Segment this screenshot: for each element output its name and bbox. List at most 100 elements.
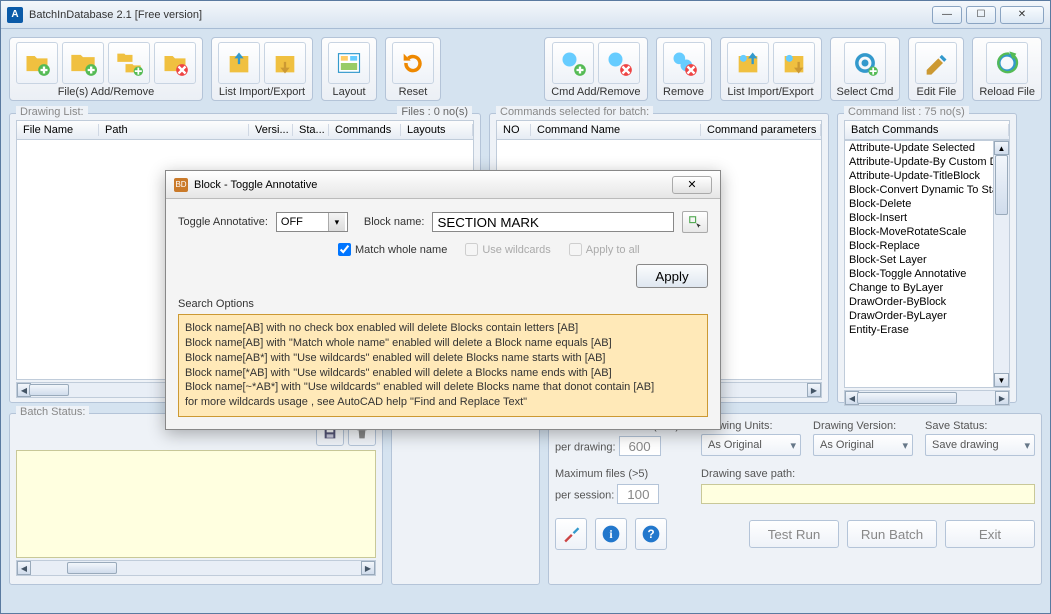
command-list-item[interactable]: Block-Toggle Annotative [845, 267, 1009, 281]
reset-button[interactable] [392, 42, 434, 84]
col-batchcmds[interactable]: Batch Commands [845, 124, 1009, 136]
test-run-button[interactable]: Test Run [749, 520, 839, 548]
scroll-right-icon[interactable]: ▶ [807, 383, 821, 397]
add-file-button[interactable] [16, 42, 58, 84]
close-button[interactable]: ✕ [1000, 6, 1044, 24]
scroll-right-icon[interactable]: ▶ [361, 561, 375, 575]
pick-block-button[interactable] [682, 211, 708, 233]
app-window: A BatchInDatabase 2.1 [Free version] — ☐… [0, 0, 1051, 614]
command-list-item[interactable]: Attribute-Update-By Custom Dat [845, 155, 1009, 169]
command-list-item[interactable]: Block-Delete [845, 197, 1009, 211]
units-combo[interactable]: As Original [701, 434, 801, 456]
command-list-item[interactable]: Block-Insert [845, 211, 1009, 225]
dialog-close-button[interactable]: ✕ [672, 176, 712, 194]
scroll-thumb[interactable] [995, 155, 1008, 215]
timeout-input[interactable] [619, 436, 661, 456]
col-filename[interactable]: File Name [17, 124, 99, 136]
command-list-item[interactable]: Block-Set Layer [845, 253, 1009, 267]
cmd-add-button[interactable] [552, 42, 594, 84]
cmd-list-legend: Command list : 75 no(s) [844, 106, 969, 118]
reload-file-label: Reload File [979, 86, 1035, 98]
add-folder-button[interactable] [62, 42, 104, 84]
help-text: Block name[AB] with no check box enabled… [178, 314, 708, 417]
info-button[interactable]: i [595, 518, 627, 550]
status-text-area[interactable] [16, 450, 376, 558]
reload-file-button[interactable] [986, 42, 1028, 84]
apply-button[interactable]: Apply [636, 264, 708, 288]
col-layouts[interactable]: Layouts [401, 124, 473, 136]
command-list[interactable]: Attribute-Update SelectedAttribute-Updat… [844, 140, 1010, 388]
minimize-button[interactable]: — [932, 6, 962, 24]
help-button[interactable]: ? [635, 518, 667, 550]
scroll-up-icon[interactable]: ▲ [994, 141, 1009, 155]
add-subfolder-button[interactable] [108, 42, 150, 84]
command-list-item[interactable]: DrawOrder-ByBlock [845, 295, 1009, 309]
apply-all-checkbox[interactable]: Apply to all [569, 243, 640, 256]
scroll-thumb[interactable] [857, 392, 957, 404]
savestatus-label: Save Status: [925, 420, 1035, 432]
cmd-import-button[interactable] [727, 42, 769, 84]
cmd-io-group: List Import/Export [720, 37, 822, 101]
exit-button[interactable]: Exit [945, 520, 1035, 548]
list-import-button[interactable] [218, 42, 260, 84]
col-no[interactable]: NO [497, 124, 531, 136]
command-list-item[interactable]: DrawOrder-ByLayer [845, 309, 1009, 323]
command-list-item[interactable]: Attribute-Update Selected [845, 141, 1009, 155]
scroll-down-icon[interactable]: ▼ [994, 373, 1009, 387]
batch-status-panel: Batch Status: ◀ ▶ [9, 413, 383, 585]
edit-file-button[interactable] [915, 42, 957, 84]
cmd-io-label: List Import/Export [727, 86, 813, 98]
col-path[interactable]: Path [99, 124, 249, 136]
batch-status-legend: Batch Status: [16, 406, 89, 418]
command-list-item[interactable]: Block-MoveRotateScale [845, 225, 1009, 239]
scroll-thumb[interactable] [29, 384, 69, 396]
col-cmdname[interactable]: Command Name [531, 124, 701, 136]
command-list-item[interactable]: Block-Replace [845, 239, 1009, 253]
col-version[interactable]: Versi... [249, 124, 293, 136]
window-title: BatchInDatabase 2.1 [Free version] [29, 9, 928, 21]
command-list-item[interactable]: Change to ByLayer [845, 281, 1009, 295]
remove-label: Remove [663, 86, 704, 98]
command-list-item[interactable]: Entity-Erase [845, 323, 1009, 337]
scroll-left-icon[interactable]: ◀ [17, 561, 31, 575]
cmd-remove-button[interactable] [598, 42, 640, 84]
layout-group: Layout [321, 37, 377, 101]
maxfiles-input[interactable] [617, 484, 659, 504]
version-combo[interactable]: As Original [813, 434, 913, 456]
cmd-add-remove-group: Cmd Add/Remove [544, 37, 647, 101]
cmdlist-hscroll[interactable]: ◀ ▶ [844, 390, 1010, 406]
list-export-button[interactable] [264, 42, 306, 84]
remove-all-button[interactable] [663, 42, 705, 84]
cmd-sel-legend: Commands selected for batch: [496, 106, 653, 118]
toggle-combo[interactable]: OFF [276, 212, 348, 232]
cmdlist-vscroll[interactable]: ▲ ▼ [993, 141, 1009, 387]
select-cmd-button[interactable] [844, 42, 886, 84]
drawing-list-legend: Drawing List: [16, 106, 88, 118]
command-list-item[interactable]: Attribute-Update-TitleBlock [845, 169, 1009, 183]
run-batch-button[interactable]: Run Batch [847, 520, 937, 548]
remove-file-button[interactable] [154, 42, 196, 84]
status-hscroll[interactable]: ◀ ▶ [16, 560, 376, 576]
col-params[interactable]: Command parameters [701, 124, 821, 136]
blockname-label: Block name: [364, 216, 425, 228]
scroll-right-icon[interactable]: ▶ [995, 391, 1009, 405]
edit-file-group: Edit File [908, 37, 964, 101]
cmd-export-button[interactable] [773, 42, 815, 84]
files-group-label: File(s) Add/Remove [58, 86, 155, 98]
use-wildcards-checkbox[interactable]: Use wildcards [465, 243, 550, 256]
scroll-thumb[interactable] [67, 562, 117, 574]
maximize-button[interactable]: ☐ [966, 6, 996, 24]
files-count: Files : 0 no(s) [397, 106, 472, 118]
match-whole-checkbox[interactable]: Match whole name [338, 243, 447, 256]
settings-panel: Settings: Timeout in seconds (>15)per dr… [548, 413, 1042, 585]
layout-button[interactable] [328, 42, 370, 84]
maxfiles-label: Maximum files (>5)per session: [555, 468, 685, 504]
col-status[interactable]: Sta... [293, 124, 329, 136]
blockname-input[interactable] [432, 212, 674, 232]
savestatus-combo[interactable]: Save drawing [925, 434, 1035, 456]
command-list-item[interactable]: Block-Convert Dynamic To Stat [845, 183, 1009, 197]
savepath-input[interactable] [701, 484, 1035, 504]
col-commands[interactable]: Commands [329, 124, 401, 136]
tools-button[interactable] [555, 518, 587, 550]
preview-panel: Preview [391, 413, 540, 585]
